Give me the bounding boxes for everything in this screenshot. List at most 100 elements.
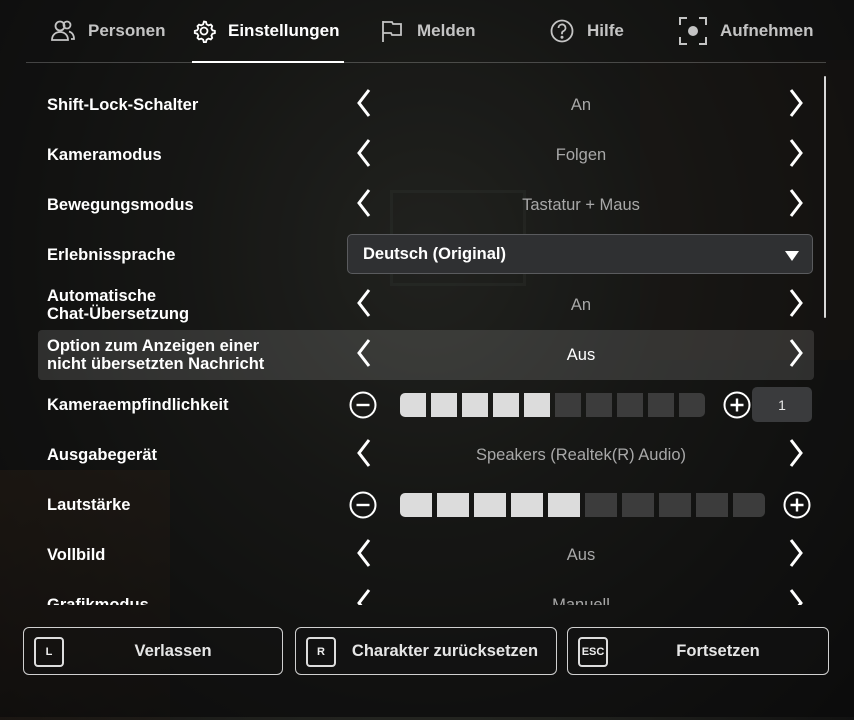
previous-option-button[interactable] <box>348 588 380 605</box>
slider-segment[interactable] <box>586 393 612 417</box>
plus-circle-icon <box>723 391 751 423</box>
previous-option-button[interactable] <box>348 288 380 323</box>
previous-option-button[interactable] <box>348 138 380 171</box>
slider-segment[interactable] <box>555 393 581 417</box>
setting-label: Vollbild <box>47 546 106 564</box>
button-label: Verlassen <box>134 641 212 660</box>
setting-row-auto-chat-translation: Automatische Chat-Übersetzung An <box>38 280 814 330</box>
slider-segment[interactable] <box>524 393 550 417</box>
setting-label: Lautstärke <box>47 496 131 514</box>
previous-option-button[interactable] <box>348 88 380 123</box>
chevron-right-icon <box>788 288 804 323</box>
slider-segment[interactable] <box>617 393 643 417</box>
previous-option-button[interactable] <box>348 538 380 573</box>
slider-segment[interactable] <box>437 493 469 517</box>
slider-segment[interactable] <box>462 393 488 417</box>
tab-einstellungen[interactable]: Einstellungen <box>192 0 344 63</box>
key-hint: L <box>34 637 64 667</box>
slider-segment[interactable] <box>585 493 617 517</box>
next-option-button[interactable] <box>780 538 812 571</box>
chevron-left-icon <box>356 338 372 373</box>
next-option-button[interactable] <box>780 138 812 171</box>
minus-circle-icon <box>349 391 377 423</box>
key-hint: R <box>306 637 336 667</box>
previous-option-button[interactable] <box>348 338 380 373</box>
slider-segment[interactable] <box>659 493 691 517</box>
button-label: Charakter zurücksetzen <box>351 641 539 660</box>
chevron-right-icon <box>788 588 804 605</box>
setting-row-output-device: Ausgabegerät Speakers (Realtek(R) Audio) <box>38 430 814 480</box>
setting-value: Aus <box>566 545 596 564</box>
tab-label: Einstellungen <box>228 21 340 40</box>
next-option-button[interactable] <box>780 88 812 123</box>
next-option-button[interactable] <box>780 438 812 471</box>
previous-option-button[interactable] <box>348 438 380 471</box>
setting-label: Bewegungsmodus <box>47 196 194 214</box>
chevron-left-icon <box>356 588 372 605</box>
slider-segment[interactable] <box>648 393 674 417</box>
tab-label: Hilfe <box>587 21 624 40</box>
setting-value: Aus <box>566 345 596 364</box>
tab-bar: Personen Einstellungen Melden Hilfe Aufn… <box>26 0 826 63</box>
tab-aufnehmen[interactable]: Aufnehmen <box>678 0 814 62</box>
next-option-button[interactable] <box>780 588 812 605</box>
setting-value: An <box>570 95 592 114</box>
chevron-left-icon <box>356 538 372 573</box>
record-icon <box>678 16 708 46</box>
decrease-button[interactable] <box>349 491 377 519</box>
slider-segment[interactable] <box>679 393 705 417</box>
chevron-left-icon <box>356 288 372 323</box>
settings-menu: Personen Einstellungen Melden Hilfe Aufn… <box>0 0 854 717</box>
decrease-button[interactable] <box>349 391 377 419</box>
setting-value: Speakers (Realtek(R) Audio) <box>475 445 686 464</box>
language-dropdown[interactable]: Deutsch (Original) <box>347 234 813 274</box>
setting-label: Automatische Chat-Übersetzung <box>47 287 190 323</box>
gear-icon <box>192 19 216 43</box>
camera-sensitivity-bar[interactable] <box>400 393 705 417</box>
next-option-button[interactable] <box>780 338 812 373</box>
increase-button[interactable] <box>783 491 811 519</box>
tab-label: Melden <box>417 21 476 40</box>
tab-hilfe[interactable]: Hilfe <box>549 0 624 62</box>
setting-value: Manuell <box>552 595 610 606</box>
slider-segment[interactable] <box>400 493 432 517</box>
slider-segment[interactable] <box>474 493 506 517</box>
setting-row-fullscreen: Vollbild Aus <box>38 530 814 580</box>
setting-label: Grafikmodus <box>47 596 149 605</box>
slider-segment[interactable] <box>493 393 519 417</box>
setting-row-show-untranslated: Option zum Anzeigen einer nicht übersetz… <box>38 330 814 380</box>
chevron-right-icon <box>788 338 804 373</box>
slider-segment[interactable] <box>400 393 426 417</box>
minus-circle-icon <box>349 491 377 523</box>
button-label: Fortsetzen <box>676 641 760 660</box>
setting-label: Option zum Anzeigen einer nicht übersetz… <box>47 337 265 373</box>
slider-segment[interactable] <box>733 493 765 517</box>
chevron-left-icon <box>356 188 372 223</box>
tab-melden[interactable]: Melden <box>379 0 476 62</box>
sensitivity-value-input[interactable]: 1 <box>752 387 812 422</box>
slider-segment[interactable] <box>548 493 580 517</box>
scrollbar[interactable] <box>824 76 826 318</box>
resume-button[interactable]: ESC Fortsetzen <box>567 627 829 675</box>
slider-segment[interactable] <box>431 393 457 417</box>
volume-bar[interactable] <box>400 493 765 517</box>
previous-option-button[interactable] <box>348 188 380 223</box>
setting-row-camera-sensitivity: Kameraempfindlichkeit 1 <box>38 380 814 430</box>
setting-row-graphics-mode: Grafikmodus Manuell <box>38 580 814 605</box>
increase-button[interactable] <box>723 391 751 419</box>
slider-segment[interactable] <box>622 493 654 517</box>
reset-character-button[interactable]: R Charakter zurücksetzen <box>295 627 557 675</box>
leave-button[interactable]: L Verlassen <box>23 627 283 675</box>
chevron-right-icon <box>788 88 804 123</box>
next-option-button[interactable] <box>780 188 812 223</box>
slider-segment[interactable] <box>696 493 728 517</box>
tab-personen[interactable]: Personen <box>50 0 165 62</box>
settings-list[interactable]: Shift-Lock-Schalter An Kameramodus Folge… <box>38 80 816 605</box>
chevron-left-icon <box>356 88 372 123</box>
slider-segment[interactable] <box>511 493 543 517</box>
setting-row-volume: Lautstärke <box>38 480 814 530</box>
next-option-button[interactable] <box>780 288 812 323</box>
setting-label: Kameraempfindlichkeit <box>47 396 229 414</box>
chevron-right-icon <box>788 188 804 223</box>
dropdown-value: Deutsch (Original) <box>363 244 507 263</box>
